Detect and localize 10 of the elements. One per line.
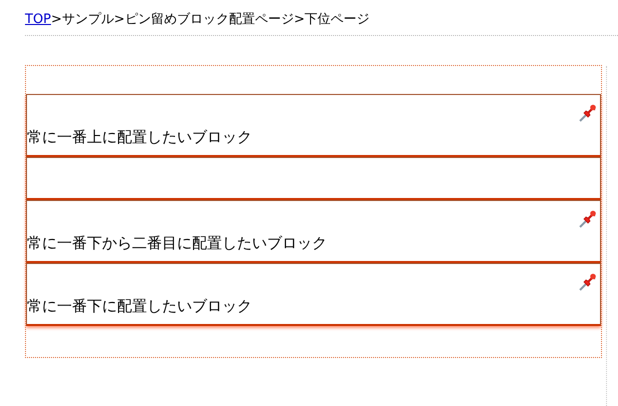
block-text: 常に一番下から二番目に配置したいブロック — [27, 234, 327, 253]
block-text: 常に一番下に配置したいブロック — [27, 297, 252, 316]
breadcrumb-item: 下位ページ — [304, 11, 370, 28]
breadcrumb-separator: > — [51, 12, 62, 26]
breadcrumb-item: サンプル — [62, 11, 114, 28]
breadcrumb-item: ピン留めブロック配置ページ — [124, 11, 294, 28]
block-text: 常に一番上に配置したいブロック — [27, 128, 252, 147]
breadcrumb-link[interactable]: TOP — [25, 12, 52, 26]
breadcrumb-separator: > — [294, 12, 305, 26]
breadcrumb-separator: > — [114, 12, 125, 26]
